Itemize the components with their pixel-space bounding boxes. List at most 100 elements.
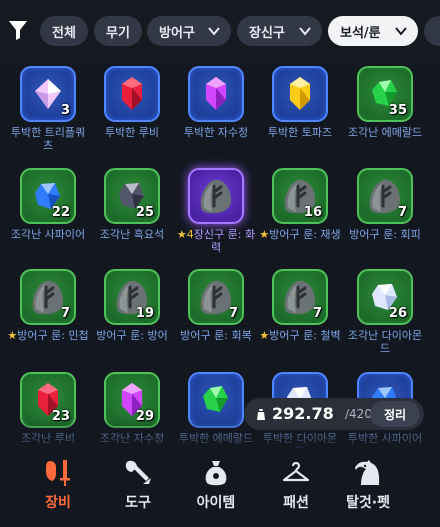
chevron-down-icon bbox=[395, 27, 407, 36]
item-count: 3 bbox=[60, 103, 70, 118]
item-tile[interactable]: 26 bbox=[357, 269, 413, 325]
item-name-text: 방어구 룬: 철벽 bbox=[269, 329, 341, 342]
item-name: ★방어구 룬: 민첩 bbox=[6, 329, 90, 342]
filter-chip-weapon[interactable]: 무기 bbox=[94, 16, 142, 46]
chevron-down-icon bbox=[299, 27, 311, 36]
item-name: 투박한 토파즈 bbox=[258, 126, 342, 139]
item-name-text: 투박한 루비 bbox=[104, 126, 160, 139]
item-name: ★방어구 룬: 철벽 bbox=[258, 329, 342, 342]
item-count: 7 bbox=[60, 306, 70, 321]
ruby-icon bbox=[122, 77, 142, 110]
weight-icon bbox=[257, 409, 265, 420]
bottom-nav: 장비 도구 아이템 패션 탈것·펫 bbox=[0, 448, 440, 527]
item-tile[interactable]: 16 bbox=[272, 168, 328, 224]
inventory-weight-pill: 292.78 /420 정리 bbox=[244, 398, 424, 430]
item-name-text: 방어구 룬: 민첩 bbox=[17, 329, 89, 342]
filter-chip-more[interactable] bbox=[424, 16, 440, 46]
chevron-down-icon bbox=[208, 27, 220, 36]
item-count: 35 bbox=[388, 103, 407, 118]
item-star-rating: ★ bbox=[7, 329, 18, 342]
weight-max: /420 bbox=[345, 407, 372, 421]
item-name-text: 방어구 룬: 회복 bbox=[180, 329, 252, 342]
hanger-icon bbox=[282, 461, 310, 482]
item-count: 26 bbox=[388, 306, 407, 321]
weight-current: 292.78 bbox=[272, 404, 334, 423]
item-name: 조각난 에메랄드 bbox=[343, 126, 427, 139]
item-name-text: 조각난 다이아몬드 bbox=[347, 329, 423, 355]
filter-chip-all[interactable]: 전체 bbox=[40, 16, 88, 46]
item-name: 조각난 흑요석 bbox=[90, 228, 174, 241]
item-tile[interactable]: 7 bbox=[272, 269, 328, 325]
pouch-icon bbox=[205, 461, 227, 486]
item-name: ★방어구 룬: 재생 bbox=[258, 228, 342, 241]
filter-chip-weapon-label: 무기 bbox=[106, 25, 130, 41]
item-name: 투박한 트리플쿼츠 bbox=[6, 126, 90, 152]
item-name: 투박한 자수정 bbox=[174, 126, 258, 139]
nav-tab-equipment[interactable]: 장비 bbox=[15, 448, 101, 527]
item-count: 25 bbox=[135, 205, 154, 220]
item-name: ★4장신구 룬: 화력 bbox=[174, 228, 258, 254]
equipment-icon bbox=[46, 460, 70, 486]
nav-equipment-label: 장비 bbox=[45, 495, 71, 511]
item-tile[interactable]: 35 bbox=[357, 66, 413, 122]
item-name-text: 방어구 룬: 회피 bbox=[349, 228, 421, 241]
nav-tab-tools[interactable]: 도구 bbox=[95, 448, 181, 527]
filter-bar: 전체 무기 방어구 장신구 보석/룬 bbox=[0, 0, 440, 62]
item-count: 16 bbox=[303, 205, 322, 220]
item-name-text: 방어구 룬: 재생 bbox=[269, 228, 341, 241]
item-name-text: 장신구 룬: 화력 bbox=[193, 228, 256, 254]
item-count: 19 bbox=[135, 306, 154, 321]
item-tile[interactable]: 25 bbox=[104, 168, 160, 224]
emerald-icon bbox=[203, 386, 228, 412]
rune-stone-icon bbox=[200, 179, 232, 214]
item-tile[interactable] bbox=[272, 66, 328, 122]
item-tile[interactable]: 7 bbox=[188, 269, 244, 325]
filter-accessory-label: 장신구 bbox=[249, 25, 285, 41]
nav-tab-items[interactable]: 아이템 bbox=[173, 448, 259, 527]
filter-armor-label: 방어구 bbox=[159, 25, 195, 41]
item-star-rating: ★ bbox=[259, 329, 270, 342]
item-name: 방어구 룬: 방어 bbox=[90, 329, 174, 342]
item-count: 22 bbox=[51, 205, 70, 220]
item-tile[interactable]: 3 bbox=[20, 66, 76, 122]
item-name: 조각난 다이아몬드 bbox=[343, 329, 427, 355]
nav-mounts-label: 탈것·펫 bbox=[346, 495, 390, 511]
filter-gem-rune-label: 보석/룬 bbox=[340, 25, 381, 41]
filter-funnel-icon[interactable] bbox=[8, 19, 28, 41]
filter-chip-all-label: 전체 bbox=[52, 25, 76, 41]
item-name-text: 조각난 에메랄드 bbox=[347, 126, 423, 139]
horse-head-icon bbox=[355, 460, 380, 485]
item-tile[interactable] bbox=[104, 66, 160, 122]
item-tile[interactable]: 7 bbox=[20, 269, 76, 325]
item-tile[interactable]: 7 bbox=[357, 168, 413, 224]
axe-icon bbox=[125, 460, 151, 484]
item-tile[interactable]: 22 bbox=[20, 168, 76, 224]
item-name-text: 방어구 룬: 방어 bbox=[96, 329, 168, 342]
item-star-rating: ★ bbox=[259, 228, 270, 241]
item-count: 7 bbox=[228, 306, 238, 321]
item-count: 7 bbox=[312, 306, 322, 321]
item-name-text: 투박한 토파즈 bbox=[267, 126, 333, 139]
item-name: 방어구 룬: 회복 bbox=[174, 329, 258, 342]
filter-dropdown-armor[interactable]: 방어구 bbox=[147, 16, 231, 46]
item-name-text: 조각난 흑요석 bbox=[99, 228, 165, 241]
item-name-text: 투박한 트리플쿼츠 bbox=[10, 126, 86, 152]
nav-tab-mounts[interactable]: 탈것·펫 bbox=[325, 448, 411, 527]
filter-dropdown-accessory[interactable]: 장신구 bbox=[237, 16, 322, 46]
topaz-icon bbox=[290, 77, 310, 110]
item-name: 투박한 루비 bbox=[90, 126, 174, 139]
item-tile[interactable] bbox=[188, 66, 244, 122]
item-name: 방어구 룬: 회피 bbox=[343, 228, 427, 241]
item-tile[interactable] bbox=[188, 168, 244, 224]
filter-dropdown-gem-rune[interactable]: 보석/룬 bbox=[328, 16, 418, 46]
nav-items-label: 아이템 bbox=[196, 495, 236, 511]
item-name-text: 조각난 사파이어 bbox=[10, 228, 86, 241]
amethyst-icon bbox=[206, 77, 226, 110]
item-name-text: 투박한 자수정 bbox=[183, 126, 249, 139]
item-star-rating: ★4 bbox=[176, 228, 194, 241]
item-name: 조각난 사파이어 bbox=[6, 228, 90, 241]
sort-button[interactable]: 정리 bbox=[370, 401, 420, 427]
item-tile[interactable]: 19 bbox=[104, 269, 160, 325]
item-count: 7 bbox=[397, 205, 407, 220]
nav-tools-label: 도구 bbox=[125, 495, 151, 511]
